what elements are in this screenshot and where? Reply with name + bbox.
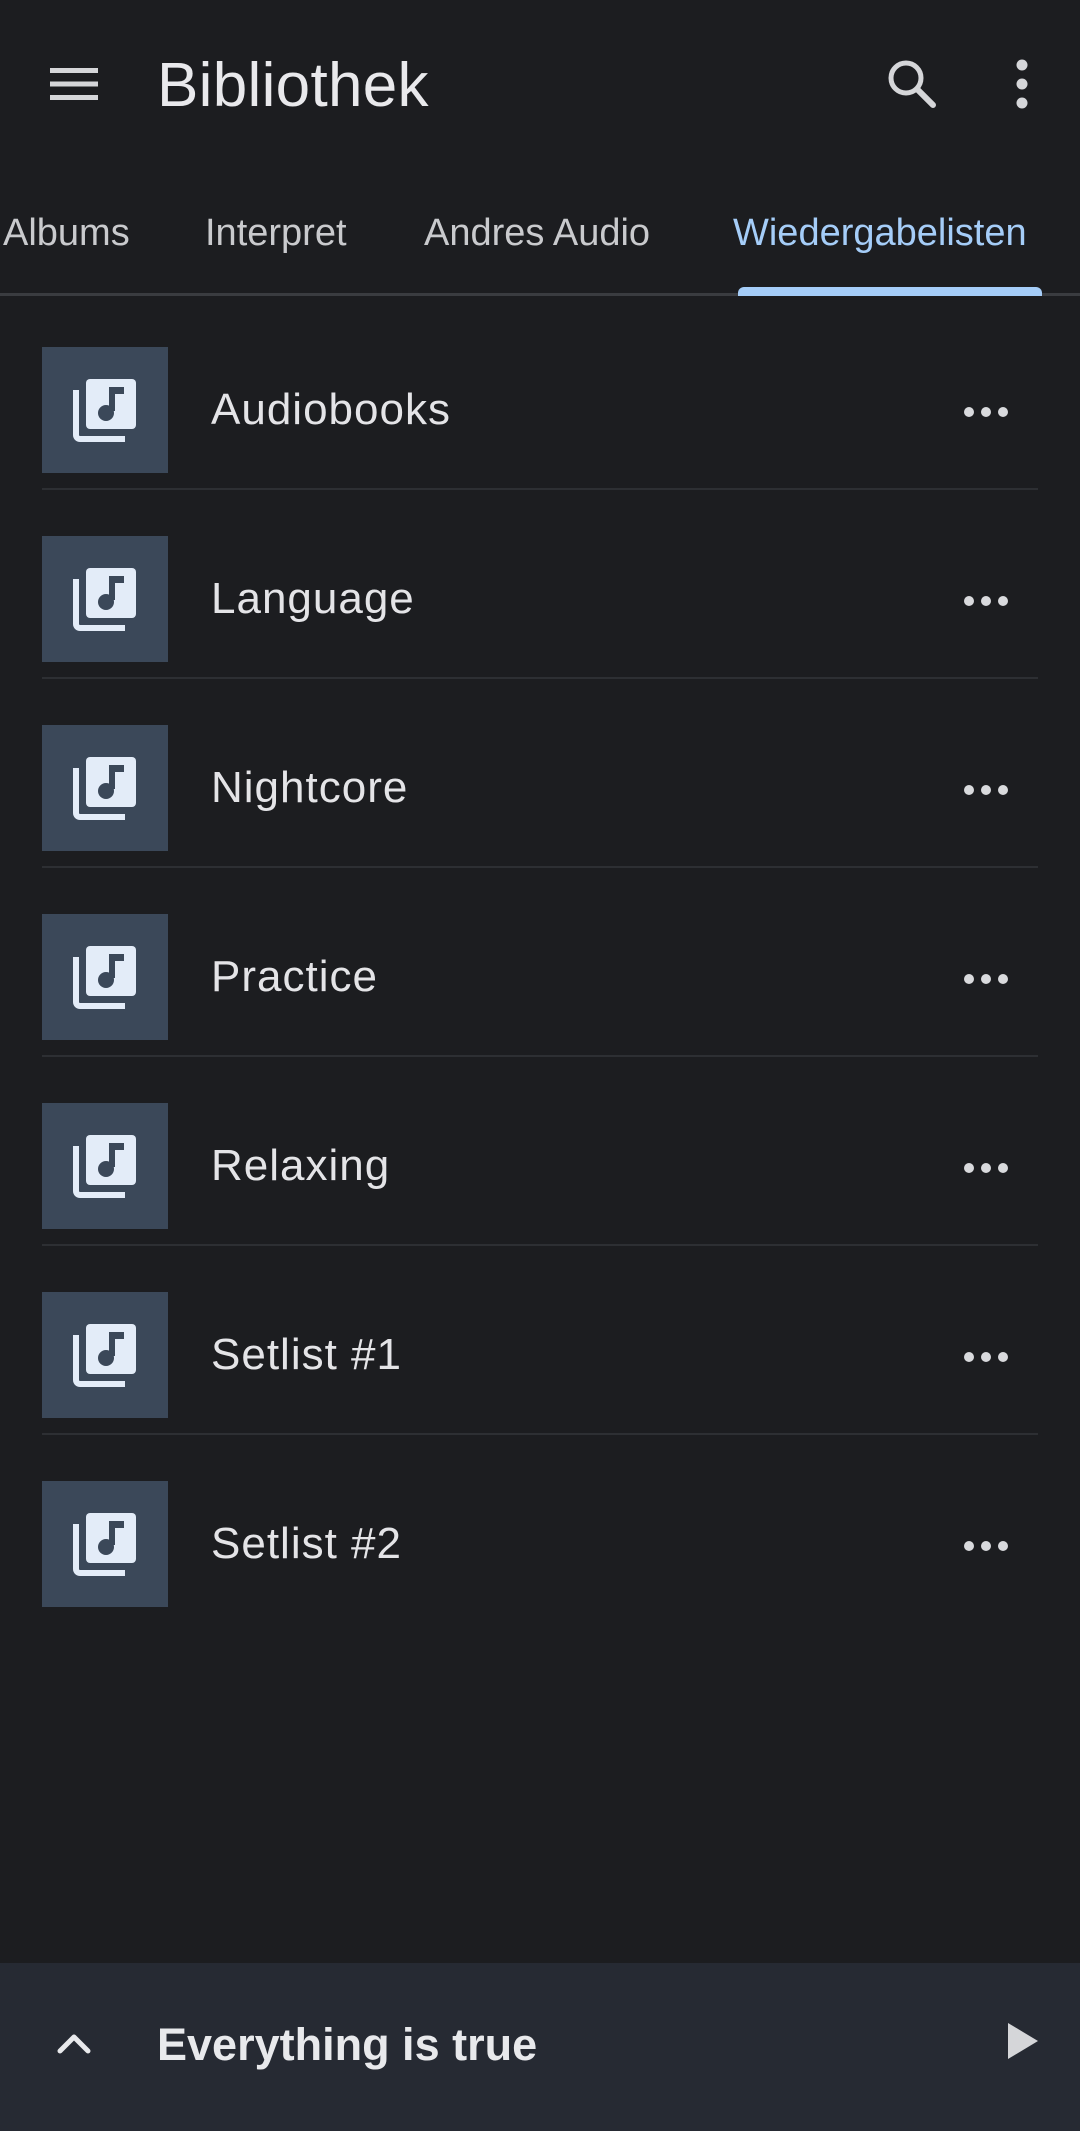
search-button[interactable] — [870, 42, 954, 126]
more-horiz-icon — [964, 785, 1008, 795]
more-horiz-icon — [964, 974, 1008, 984]
playlist-row[interactable]: Language — [0, 489, 1080, 679]
playlist-thumbnail — [42, 725, 168, 851]
playlist-name: Relaxing — [211, 1141, 391, 1190]
playlist-thumbnail — [42, 536, 168, 662]
playlist-music-icon — [73, 568, 136, 631]
more-vert-icon — [1016, 59, 1028, 109]
library-tabs: Albums Interpret Andres Audio Wiedergabe… — [0, 190, 1080, 296]
playlist-row[interactable]: Nightcore — [0, 678, 1080, 868]
playlist-more-button[interactable] — [950, 1514, 1022, 1578]
chevron-up-icon — [57, 2034, 91, 2054]
mini-player[interactable]: Everything is true — [0, 1963, 1080, 2131]
playlist-music-icon — [73, 1513, 136, 1576]
playlist-music-icon — [73, 379, 136, 442]
playlist-thumbnail — [42, 1481, 168, 1607]
menu-icon — [50, 68, 98, 100]
playlist-row[interactable]: Relaxing — [0, 1056, 1080, 1246]
playlist-thumbnail — [42, 347, 168, 473]
top-app-bar: Bibliothek — [0, 0, 1080, 170]
play-icon — [1008, 2023, 1038, 2059]
tab-interpret[interactable]: Interpret — [205, 208, 347, 258]
playlist-more-button[interactable] — [950, 380, 1022, 444]
playlist-name: Practice — [211, 952, 378, 1001]
playlist-row[interactable]: Practice — [0, 867, 1080, 1057]
playlist-name: Setlist #2 — [211, 1519, 402, 1568]
playlist-name: Setlist #1 — [211, 1330, 402, 1379]
playlist-music-icon — [73, 757, 136, 820]
menu-button[interactable] — [34, 44, 114, 124]
playlist-more-button[interactable] — [950, 758, 1022, 822]
more-horiz-icon — [964, 596, 1008, 606]
app-root: Bibliothek Albums Interpret Andres Audio… — [0, 0, 1080, 2131]
playlist-thumbnail — [42, 1292, 168, 1418]
page-title: Bibliothek — [157, 51, 429, 120]
more-horiz-icon — [964, 1163, 1008, 1173]
playlist-thumbnail — [42, 914, 168, 1040]
play-button[interactable] — [986, 2005, 1058, 2077]
playlist-more-button[interactable] — [950, 1325, 1022, 1389]
more-options-button[interactable] — [980, 42, 1064, 126]
playlist-thumbnail — [42, 1103, 168, 1229]
expand-player-button[interactable] — [38, 2007, 110, 2079]
playlist-name: Language — [211, 574, 415, 623]
more-horiz-icon — [964, 407, 1008, 417]
playlist-music-icon — [73, 946, 136, 1009]
playlist-more-button[interactable] — [950, 947, 1022, 1011]
tab-andres-audio[interactable]: Andres Audio — [424, 208, 650, 258]
playlist-row[interactable]: Audiobooks — [0, 300, 1080, 490]
playlist-music-icon — [73, 1324, 136, 1387]
now-playing-title: Everything is true — [157, 2019, 538, 2070]
more-horiz-icon — [964, 1352, 1008, 1362]
more-horiz-icon — [964, 1541, 1008, 1551]
playlist-music-icon — [73, 1135, 136, 1198]
tab-wiedergabelisten[interactable]: Wiedergabelisten — [733, 208, 1027, 258]
active-tab-indicator — [738, 287, 1042, 296]
tab-albums[interactable]: Albums — [3, 208, 130, 258]
playlist-more-button[interactable] — [950, 1136, 1022, 1200]
playlist-name: Audiobooks — [211, 385, 451, 434]
search-icon — [888, 60, 936, 108]
playlist-row[interactable]: Setlist #2 — [0, 1434, 1080, 1623]
playlist-name: Nightcore — [211, 763, 409, 812]
playlist-more-button[interactable] — [950, 569, 1022, 633]
playlist-row[interactable]: Setlist #1 — [0, 1245, 1080, 1435]
